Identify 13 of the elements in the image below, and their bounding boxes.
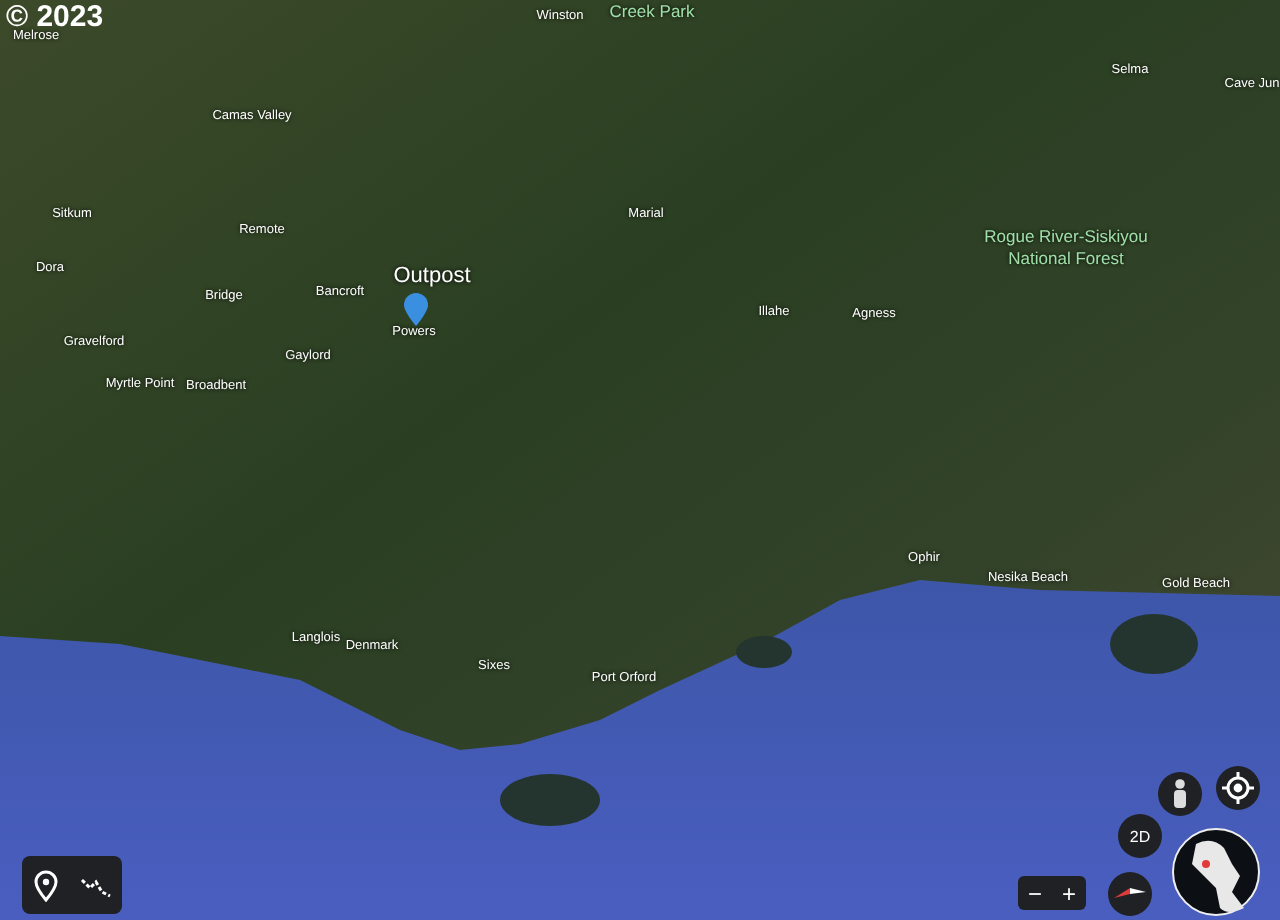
zoom-out-button[interactable]: − (1018, 876, 1052, 910)
placemark-icon[interactable] (32, 869, 60, 901)
person-icon (1170, 778, 1190, 810)
map-pin-icon (402, 292, 430, 328)
reef-shape (736, 636, 792, 668)
reef-shape (1110, 614, 1198, 674)
reef-shape (500, 774, 600, 826)
globe-icon[interactable] (1172, 828, 1260, 916)
place-label: Outpost (393, 264, 471, 288)
path-icon[interactable] (80, 873, 112, 897)
place-label: Rogue River-Siskiyou National Forest (982, 225, 1150, 271)
zoom-in-button[interactable]: + (1052, 876, 1086, 910)
compass-needle-icon (1112, 886, 1148, 902)
